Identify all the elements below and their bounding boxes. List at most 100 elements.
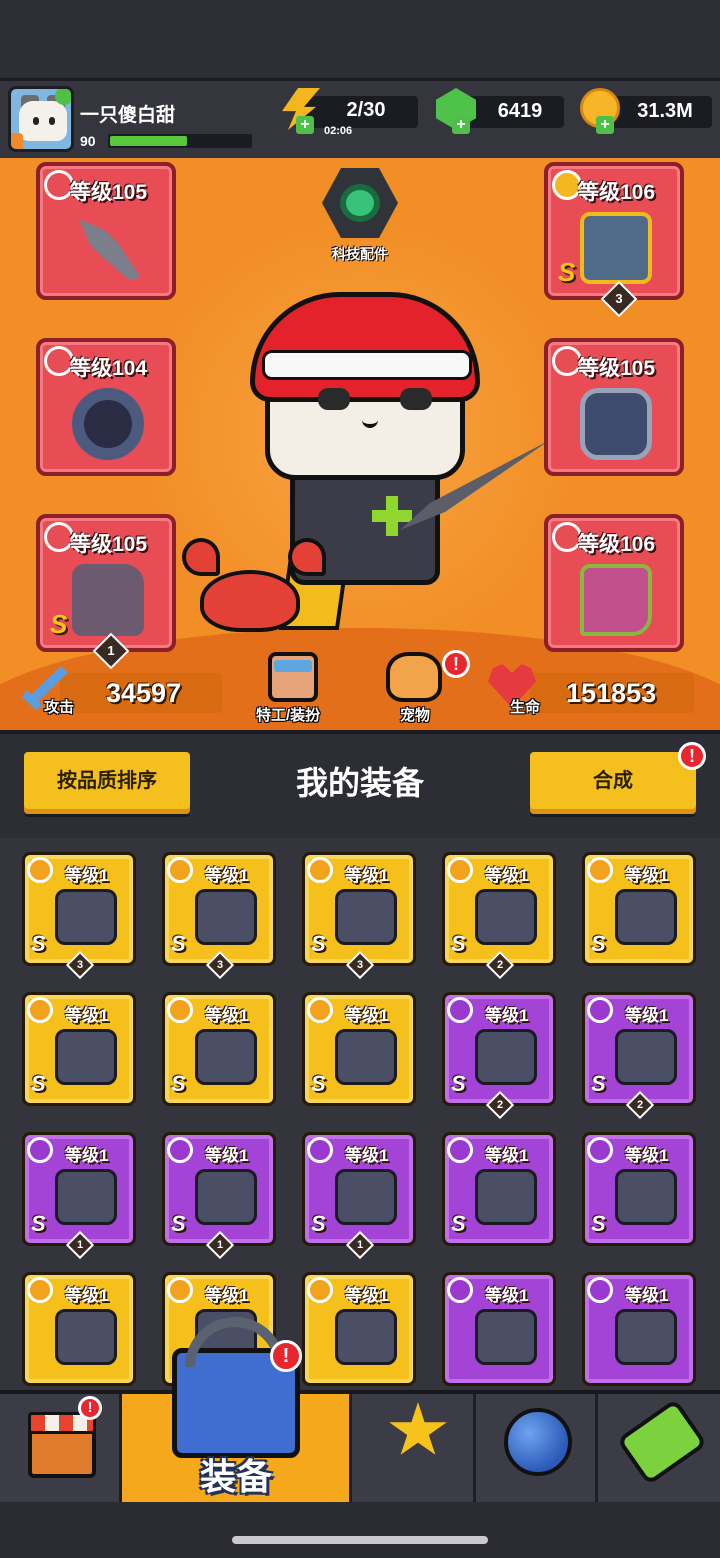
slot-level: 等级105: [70, 533, 148, 556]
inventory-item[interactable]: 等级1 S: [582, 852, 696, 966]
item-grade: S: [311, 1211, 326, 1236]
equipment-inventory-grid: 等级1 S 3 等级1 S 3 等级1 S 3 等级1 S 2 等级1 S 等级1 S 等级1 S 等级1 S 等级1 S…: [0, 838, 720, 1390]
inventory-item[interactable]: 等级1 S 1: [302, 1132, 416, 1260]
kunai-icon: [195, 1169, 257, 1225]
pet-button[interactable]: [386, 652, 442, 702]
item-grade: S: [31, 1211, 46, 1236]
item-type-icon: [27, 1137, 53, 1163]
item-level: 等级1: [625, 1006, 669, 1025]
item-type-icon: [447, 997, 473, 1023]
hero-eye-left: [318, 388, 350, 410]
slot-level: 等级104: [70, 357, 148, 380]
inventory-item[interactable]: 等级1 S: [22, 992, 136, 1106]
item-grade: S: [451, 931, 466, 956]
inventory-item[interactable]: 等级1 S: [162, 992, 276, 1106]
inventory-item[interactable]: 等级1 S: [442, 1132, 556, 1246]
belt-icon: [615, 1169, 677, 1225]
shop-icon: [28, 1412, 96, 1478]
slot-level: 等级106: [578, 533, 656, 556]
item-grade: S: [451, 1071, 466, 1096]
slot-star-count: 1: [107, 643, 115, 658]
item-type-icon: [447, 857, 473, 883]
inventory-item[interactable]: 等级1 S 2: [442, 852, 556, 980]
equip-slot-glove[interactable]: 等级105 S 1: [36, 514, 176, 670]
equip-slot-armor[interactable]: 等级106 S 3: [544, 162, 684, 318]
agent-outfit-button[interactable]: [268, 652, 318, 702]
equip-slot-necklace[interactable]: 等级104: [36, 338, 176, 476]
inventory-item[interactable]: 等级1: [22, 1272, 136, 1386]
xp-bar-fill: [110, 136, 187, 146]
item-star-count: 2: [496, 1099, 504, 1111]
item-type-icon: [27, 997, 53, 1023]
item-grade: S: [171, 1071, 186, 1096]
inventory-item[interactable]: 等级1 S 1: [22, 1132, 136, 1260]
slot-grade: S: [558, 257, 576, 287]
slot-grade: S: [50, 609, 68, 639]
merge-button[interactable]: 合成: [530, 752, 696, 814]
sort-by-quality-button[interactable]: 按品质排序: [24, 752, 190, 814]
inventory-item[interactable]: 等级1: [582, 1272, 696, 1386]
inventory-item[interactable]: 等级1 S 3: [22, 852, 136, 980]
item-grade: S: [451, 1211, 466, 1236]
equipment-alert-badge: !: [270, 1340, 302, 1372]
add-gems-button[interactable]: +: [452, 116, 470, 134]
hp-value: 151853: [566, 678, 657, 708]
slot-level: 等级105: [578, 357, 656, 380]
item-type-icon: [307, 1137, 333, 1163]
inventory-item[interactable]: 等级1: [302, 1272, 416, 1386]
attack-value: 34597: [106, 678, 182, 708]
item-type-icon: [307, 1277, 333, 1303]
item-level: 等级1: [205, 1006, 249, 1025]
item-type-icon: [587, 1137, 613, 1163]
boot-icon: [615, 1029, 677, 1085]
player-avatar[interactable]: [8, 86, 74, 152]
item-star-badge: 1: [205, 1230, 235, 1260]
equip-slot-belt[interactable]: 等级105: [544, 338, 684, 476]
crab-claw-right: [288, 538, 326, 576]
item-star-badge: 3: [65, 950, 95, 980]
add-coins-button[interactable]: +: [596, 116, 614, 134]
tab-talents[interactable]: [352, 1394, 476, 1502]
item-level: 等级1: [65, 1286, 109, 1305]
sword-icon: [615, 889, 677, 945]
inventory-item[interactable]: 等级1 S: [582, 1132, 696, 1246]
slot-level: 等级106: [578, 181, 656, 204]
inventory-item[interactable]: 等级1 S 3: [302, 852, 416, 980]
clover-icon: [55, 89, 71, 105]
equip-slot-boot[interactable]: 等级106: [544, 514, 684, 652]
item-grade: S: [171, 931, 186, 956]
item-grade: S: [31, 1071, 46, 1096]
inventory-item[interactable]: 等级1 S 3: [162, 852, 276, 980]
avatar-eye-right: [49, 117, 55, 125]
item-level: 等级1: [625, 1146, 669, 1165]
item-type-icon: [27, 857, 53, 883]
item-level: 等级1: [205, 866, 249, 885]
gauntlet-icon: [55, 889, 117, 945]
item-grade: S: [311, 931, 326, 956]
add-energy-button[interactable]: +: [296, 116, 314, 134]
avatar-face: [19, 101, 67, 141]
item-type-icon: [587, 997, 613, 1023]
sword-icon: [55, 1169, 117, 1225]
item-grade: S: [591, 1071, 606, 1096]
inventory-item[interactable]: 等级1 S: [302, 992, 416, 1106]
inventory-item[interactable]: 等级1 S 1: [162, 1132, 276, 1260]
inventory-item[interactable]: 等级1 S 2: [582, 992, 696, 1120]
glove-icon: [72, 564, 144, 636]
equip-slot-weapon[interactable]: 等级105: [36, 162, 176, 300]
inventory-item[interactable]: 等级1: [442, 1272, 556, 1386]
item-type-icon: [167, 1137, 193, 1163]
necklace-icon: [72, 388, 144, 460]
agent-visor: [274, 660, 312, 672]
gauntlet-icon: [475, 1169, 537, 1225]
item-type-icon: [447, 1277, 473, 1303]
item-star-badge: 1: [65, 1230, 95, 1260]
tab-equipment-label: 装备: [199, 1456, 272, 1497]
status-strip: [0, 0, 720, 78]
item-type-icon: [167, 1277, 193, 1303]
inventory-item[interactable]: 等级1 S 2: [442, 992, 556, 1120]
home-indicator: [232, 1536, 488, 1544]
armor-icon: [475, 1309, 537, 1365]
item-grade: S: [171, 1211, 186, 1236]
item-type-icon: [447, 1137, 473, 1163]
